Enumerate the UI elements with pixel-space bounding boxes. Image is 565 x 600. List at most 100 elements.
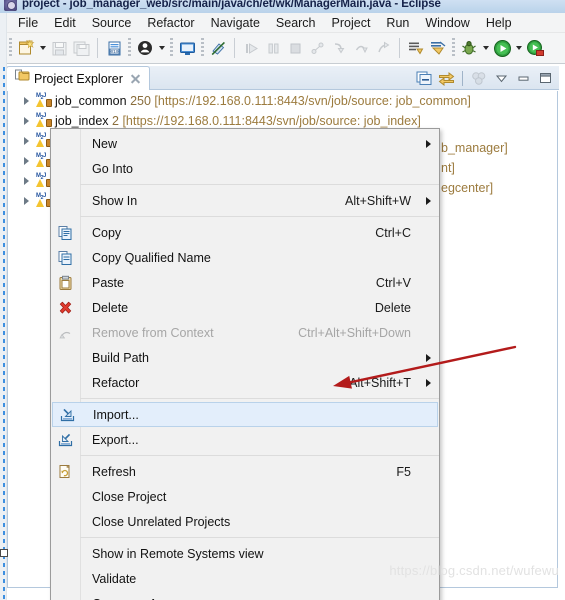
- maven-java-project-icon: M2J: [36, 93, 52, 109]
- open-type-icon[interactable]: [405, 37, 427, 59]
- run-dropdown-caret[interactable]: [513, 37, 524, 59]
- run-external-tools-icon[interactable]: [524, 37, 546, 59]
- new-wizard-icon[interactable]: [15, 37, 37, 59]
- menu-item-label: Import...: [93, 407, 139, 422]
- menu-item-copy-qualified-name[interactable]: Copy Qualified Name: [51, 245, 439, 270]
- toggle-breadcrumb-icon[interactable]: 010: [103, 37, 125, 59]
- menu-item-label: Show in Remote Systems view: [92, 546, 264, 561]
- menu-item-label: Remove from Context: [92, 325, 214, 340]
- menubar-item-window[interactable]: Window: [417, 15, 477, 31]
- svg-text:010: 010: [110, 49, 119, 55]
- menu-item-close-project[interactable]: Close Project: [51, 484, 439, 509]
- submenu-arrow-icon: [421, 379, 431, 387]
- menu-item-accel: Delete: [374, 300, 411, 315]
- skip-breakpoints-dropdown-caret[interactable]: [156, 37, 167, 59]
- expand-arrow-icon[interactable]: [20, 135, 33, 148]
- menu-item-label: Close Project: [92, 489, 167, 504]
- window-title: project - job_manager_web/src/main/java/…: [22, 0, 441, 10]
- menu-item-refresh[interactable]: Refresh F5: [51, 459, 439, 484]
- context-menu[interactable]: New Go Into Show In Alt+Shift+W Copy Ctr…: [50, 128, 440, 600]
- run-icon[interactable]: [491, 37, 513, 59]
- toolbar-separator: [97, 38, 98, 58]
- link-with-editor-icon[interactable]: [436, 68, 456, 88]
- project-explorer-icon: [15, 69, 30, 88]
- menu-item-label: Paste: [92, 275, 124, 290]
- project-location: [https://192.168.0.111:8443/svn/job/sour…: [122, 114, 421, 128]
- menubar-item-search[interactable]: Search: [268, 15, 324, 31]
- menu-item-accel: Alt+Shift+T: [349, 375, 411, 390]
- menubar-item-project[interactable]: Project: [324, 15, 379, 31]
- maximize-icon[interactable]: [535, 68, 555, 88]
- refresh-icon: [57, 463, 74, 480]
- menu-item-remove-from-context: Remove from Context Ctrl+Alt+Shift+Down: [51, 320, 439, 345]
- menubar-item-refactor[interactable]: Refactor: [139, 15, 202, 31]
- copy-icon: [57, 224, 74, 241]
- menubar-item-file[interactable]: File: [10, 15, 46, 31]
- debug-dropdown-caret[interactable]: [480, 37, 491, 59]
- menu-item-accel: Alt+Shift+W: [345, 193, 411, 208]
- menu-separator: [51, 184, 439, 185]
- project-name: job_common: [55, 94, 127, 108]
- minimize-icon[interactable]: [513, 68, 533, 88]
- submenu-arrow-icon: [421, 140, 431, 148]
- close-icon[interactable]: [129, 72, 142, 85]
- toolbar-grip-2[interactable]: [128, 38, 131, 58]
- menu-item-new[interactable]: New: [51, 131, 439, 156]
- skip-breakpoints-icon[interactable]: [134, 37, 156, 59]
- toolbar-grip-5[interactable]: [452, 38, 455, 58]
- menu-item-accel: Ctrl+Alt+Shift+Down: [298, 325, 411, 340]
- rail-drag-handle[interactable]: [0, 549, 8, 557]
- new-wizard-dropdown-caret[interactable]: [37, 37, 48, 59]
- toolbar-grip[interactable]: [9, 38, 12, 58]
- delete-icon: [57, 299, 74, 316]
- menu-item-label: Copy Qualified Name: [92, 250, 211, 265]
- menubar-item-source[interactable]: Source: [84, 15, 140, 31]
- toolbar-grip-4[interactable]: [201, 38, 204, 58]
- menu-item-go-into[interactable]: Go Into: [51, 156, 439, 181]
- menubar-item-run[interactable]: Run: [378, 15, 417, 31]
- open-console-icon[interactable]: [176, 37, 198, 59]
- menu-item-validate[interactable]: Validate: [51, 566, 439, 591]
- menu-item-show-in-remote-systems-view[interactable]: Show in Remote Systems view: [51, 541, 439, 566]
- focus-on-active-task-icon: [469, 68, 489, 88]
- menu-item-build-path[interactable]: Build Path: [51, 345, 439, 370]
- menu-item-import[interactable]: Import...: [52, 402, 438, 427]
- expand-arrow-icon[interactable]: [20, 115, 33, 128]
- menu-item-refactor[interactable]: Refactor Alt+Shift+T: [51, 370, 439, 395]
- menu-item-show-in[interactable]: Show In Alt+Shift+W: [51, 188, 439, 213]
- export-icon: [57, 431, 74, 448]
- no-hover-icon[interactable]: [207, 37, 229, 59]
- table-row[interactable]: M2J job_common 250 [https://192.168.0.11…: [8, 91, 557, 111]
- menu-item-label: Delete: [92, 300, 129, 315]
- menu-item-delete[interactable]: Delete Delete: [51, 295, 439, 320]
- terminate-icon: [284, 37, 306, 59]
- expand-arrow-icon[interactable]: [20, 95, 33, 108]
- toolbar-grip-3[interactable]: [170, 38, 173, 58]
- menu-item-label: Close Unrelated Projects: [92, 514, 231, 529]
- menubar-item-help[interactable]: Help: [478, 15, 520, 31]
- debug-icon[interactable]: [458, 37, 480, 59]
- menu-item-close-unrelated-projects[interactable]: Close Unrelated Projects: [51, 509, 439, 534]
- view-menu-icon[interactable]: [491, 68, 511, 88]
- menu-item-export[interactable]: Export...: [51, 427, 439, 452]
- expand-arrow-icon[interactable]: [20, 175, 33, 188]
- collapse-all-icon[interactable]: [414, 68, 434, 88]
- view-toolbar-separator: [462, 70, 463, 86]
- view-toolbar: [414, 67, 555, 89]
- save-all-icon: [70, 37, 92, 59]
- menu-item-copy[interactable]: Copy Ctrl+C: [51, 220, 439, 245]
- tree-item-label: job_common 250 [https://192.168.0.111:84…: [55, 94, 471, 108]
- open-task-icon[interactable]: [427, 37, 449, 59]
- expand-arrow-icon[interactable]: [20, 195, 33, 208]
- menubar-item-edit[interactable]: Edit: [46, 15, 84, 31]
- menu-item-paste[interactable]: Paste Ctrl+V: [51, 270, 439, 295]
- import-icon: [59, 406, 76, 423]
- menu-item-coverage-as[interactable]: Coverage As: [51, 591, 439, 600]
- submenu-arrow-icon: [421, 354, 431, 362]
- tab-project-explorer[interactable]: Project Explorer: [6, 66, 150, 90]
- copy-qualified-name-icon: [57, 249, 74, 266]
- menu-separator: [51, 216, 439, 217]
- menubar-item-navigate[interactable]: Navigate: [203, 15, 268, 31]
- expand-arrow-icon[interactable]: [20, 155, 33, 168]
- project-explorer-tabbar: Project Explorer: [6, 66, 559, 90]
